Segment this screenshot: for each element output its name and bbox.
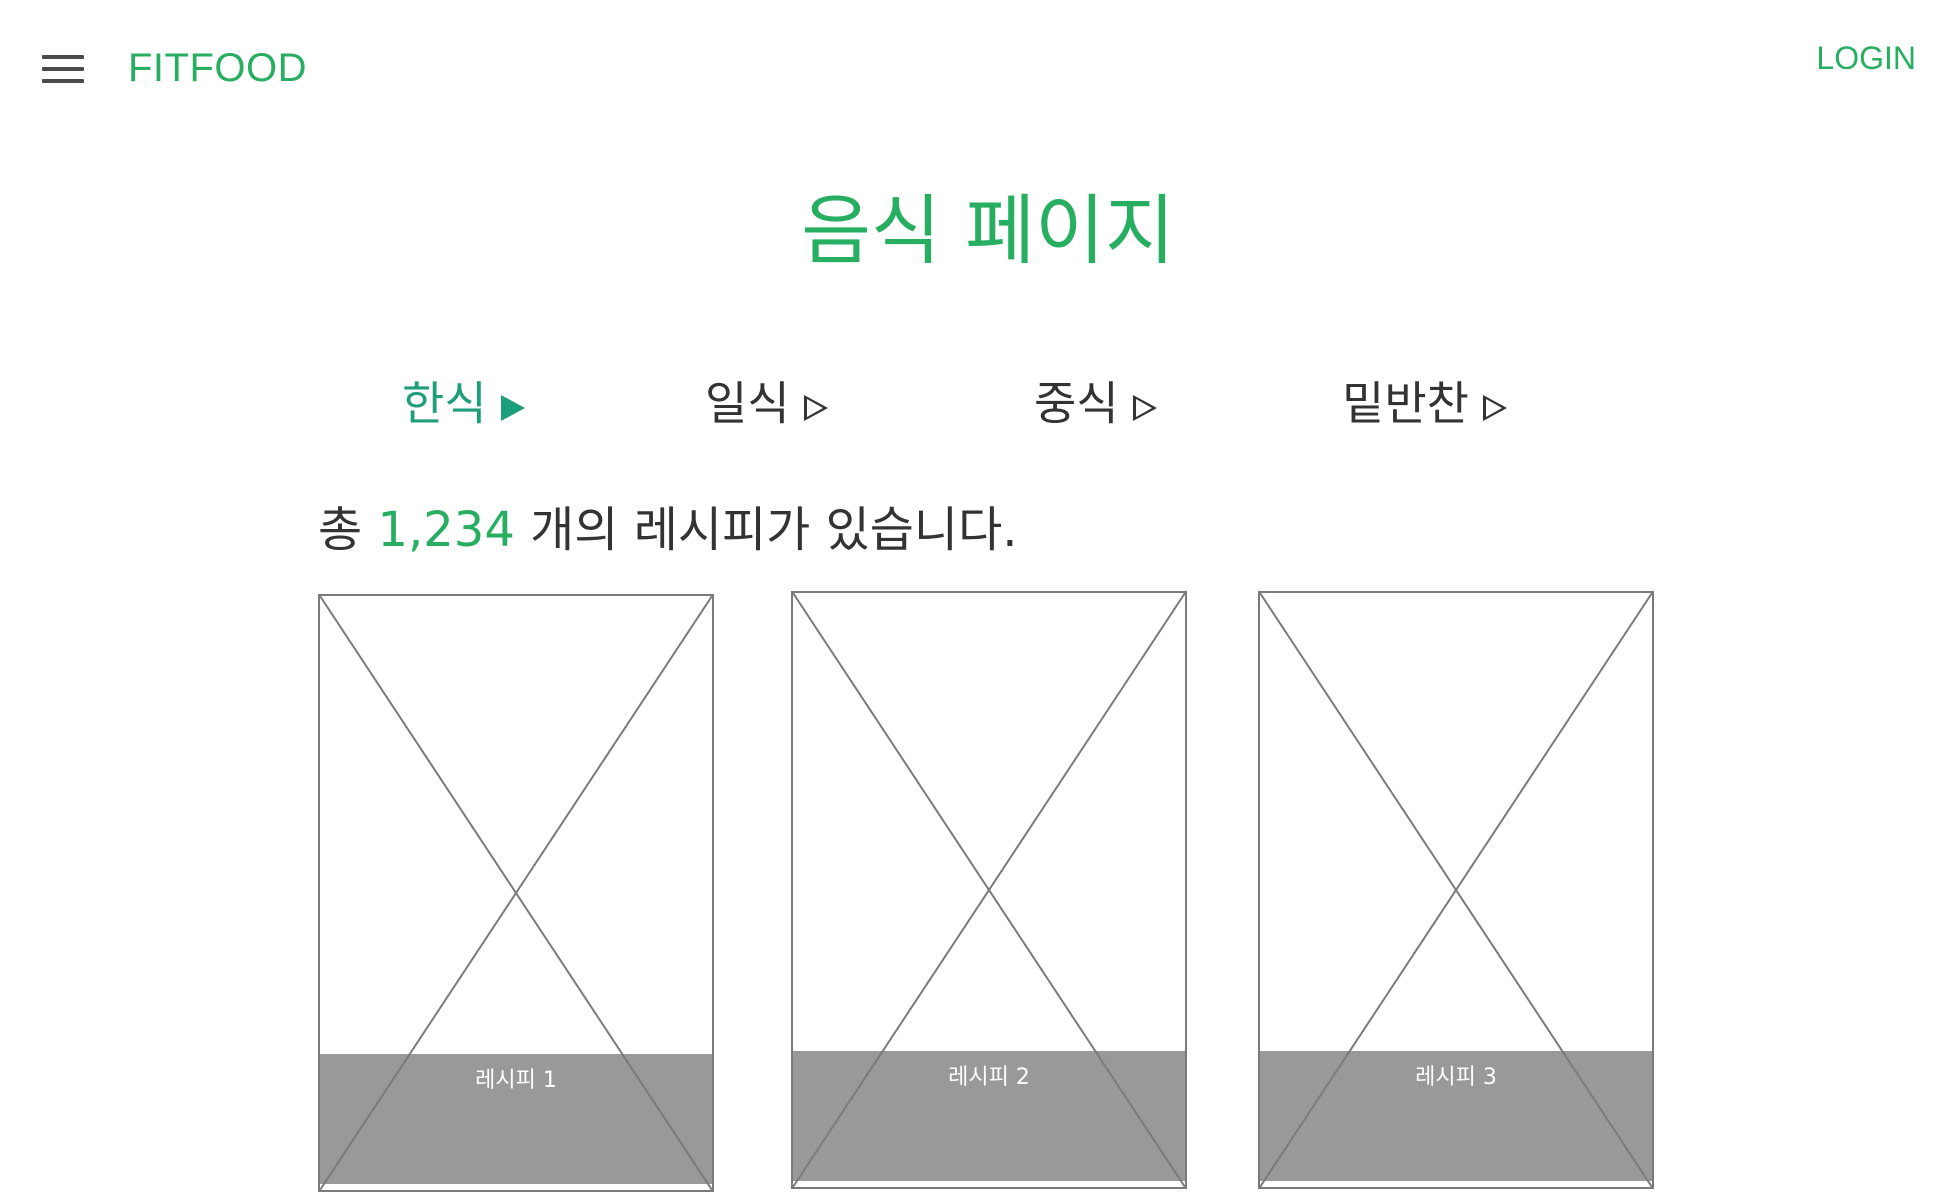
logo-link[interactable]: FITFOOD: [128, 44, 307, 92]
menu-bar: [42, 55, 84, 59]
recipe-caption: 레시피 1: [320, 1054, 712, 1184]
outline-play-icon: [803, 394, 828, 421]
tab-side-dishes[interactable]: 밑반찬: [1342, 372, 1507, 432]
tab-label: 한식: [402, 376, 487, 431]
tab-label: 밑반찬: [1342, 376, 1469, 431]
filled-play-icon: [500, 394, 525, 421]
tab-label: 중식: [1034, 376, 1119, 431]
tab-chinese[interactable]: 중식: [1034, 372, 1157, 432]
page-title: 음식 페이지: [801, 186, 1175, 275]
outline-play-icon: [1482, 394, 1507, 421]
menu-bar: [42, 67, 84, 71]
recipe-card[interactable]: 레시피 3: [1258, 591, 1654, 1189]
count-prefix: 총: [318, 502, 363, 558]
count-suffix: 개의 레시피가 있습니다.: [530, 502, 1018, 558]
recipe-card[interactable]: 레시피 1: [318, 594, 714, 1192]
tab-korean[interactable]: 한식: [402, 372, 525, 432]
tab-japanese[interactable]: 일식: [705, 372, 828, 432]
menu-bar: [42, 79, 84, 83]
recipe-caption: 레시피 2: [793, 1051, 1185, 1181]
outline-play-icon: [1132, 394, 1157, 421]
recipe-caption: 레시피 3: [1260, 1051, 1652, 1181]
login-link[interactable]: LOGIN: [1816, 38, 1916, 78]
hamburger-menu-icon[interactable]: [42, 52, 84, 86]
recipe-count-text: 총 1,234 개의 레시피가 있습니다.: [318, 500, 1018, 560]
tab-label: 일식: [705, 376, 790, 431]
recipe-count: 1,234: [377, 502, 515, 558]
recipe-card[interactable]: 레시피 2: [791, 591, 1187, 1189]
